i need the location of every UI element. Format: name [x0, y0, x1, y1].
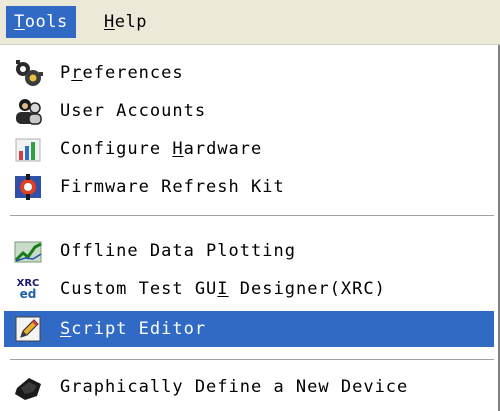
mnemonic: T — [14, 12, 25, 32]
hardware-chart-icon — [12, 133, 44, 165]
menu-item-firmware-refresh-kit[interactable]: Firmware Refresh Kit — [4, 169, 494, 205]
mnemonic: H — [104, 12, 115, 32]
menu-bar: Tools Help — [0, 0, 500, 45]
firmware-chip-icon — [12, 171, 44, 203]
menu-separator — [10, 215, 494, 217]
label-text: Custom Test GU — [60, 279, 218, 299]
menu-tools[interactable]: Tools — [6, 6, 76, 38]
menu-help[interactable]: Help — [96, 6, 155, 38]
menu-item-label: Configure Hardware — [60, 139, 262, 159]
menu-item-preferences[interactable]: Preferences — [4, 55, 494, 91]
menu-item-label: Offline Data Plotting — [60, 241, 296, 261]
tools-dropdown-menu: Preferences User Accounts Configure Hard… — [0, 45, 500, 411]
mnemonic: H — [172, 139, 184, 159]
menu-item-define-new-device[interactable]: Graphically Define a New Device — [4, 369, 494, 405]
label-text: eferences — [82, 63, 184, 83]
pencil-icon — [12, 313, 44, 345]
mnemonic: I — [217, 279, 229, 299]
mnemonic: S — [60, 319, 72, 339]
xrc-logo: XRC ed — [17, 279, 40, 301]
gears-icon — [12, 57, 44, 89]
menu-item-custom-test-gui-designer[interactable]: XRC ed Custom Test GUI Designer(XRC) — [4, 271, 494, 307]
label-text: Configure — [60, 139, 173, 159]
menu-item-configure-hardware[interactable]: Configure Hardware — [4, 131, 494, 167]
xrc-icon: XRC ed — [12, 273, 44, 305]
menu-item-label: Script Editor — [60, 319, 206, 339]
menu-item-label: Preferences — [60, 63, 184, 83]
menu-help-label: elp — [114, 12, 147, 32]
users-icon — [12, 95, 44, 127]
label-text: Designer(XRC) — [228, 279, 386, 299]
menu-item-user-accounts[interactable]: User Accounts — [4, 93, 494, 129]
label-text: P — [60, 63, 72, 83]
menu-item-script-editor[interactable]: Script Editor — [4, 311, 494, 347]
device-icon — [12, 371, 44, 403]
mnemonic: r — [71, 63, 83, 83]
menu-item-label: Firmware Refresh Kit — [60, 177, 285, 197]
xrc-bottom-text: ed — [19, 287, 37, 301]
data-plot-icon — [12, 235, 44, 267]
menu-item-offline-data-plotting[interactable]: Offline Data Plotting — [4, 233, 494, 269]
menu-separator — [10, 359, 494, 361]
menu-tools-label: ools — [24, 12, 68, 32]
menu-item-label: User Accounts — [60, 101, 207, 121]
label-text: cript Editor — [71, 319, 207, 339]
menu-item-label: Graphically Define a New Device — [60, 377, 409, 397]
menu-item-label: Custom Test GUI Designer(XRC) — [60, 279, 386, 299]
label-text: ardware — [183, 139, 263, 159]
